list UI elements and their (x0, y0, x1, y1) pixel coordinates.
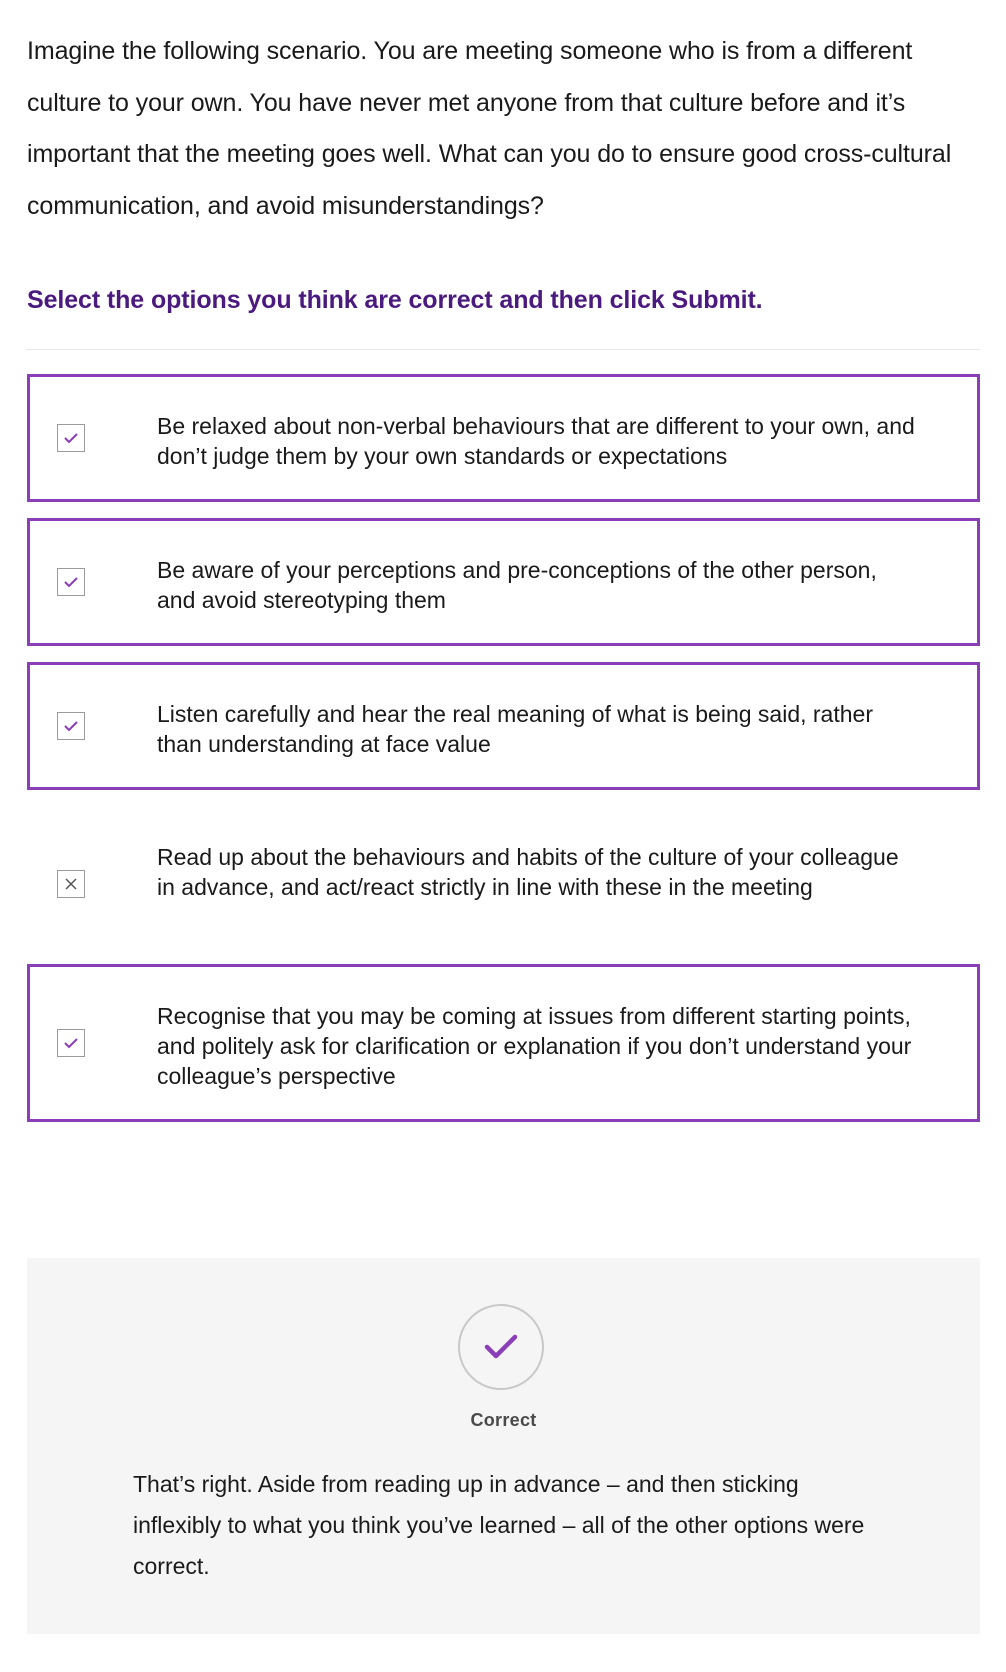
instruction-text: Select the options you think are correct… (27, 286, 763, 314)
option-5[interactable]: Recognise that you may be coming at issu… (27, 964, 980, 1122)
checkbox-checked-icon[interactable] (57, 712, 85, 740)
divider (27, 349, 980, 350)
checkbox-cross-icon[interactable] (57, 870, 85, 898)
option-3[interactable]: Listen carefully and hear the real meani… (27, 662, 980, 790)
option-2[interactable]: Be aware of your perceptions and pre-con… (27, 518, 980, 646)
checkbox-checked-icon[interactable] (57, 424, 85, 452)
scenario-text: Imagine the following scenario. You are … (27, 37, 952, 220)
option-4[interactable]: Read up about the behaviours and habits … (27, 806, 980, 962)
option-label: Listen carefully and hear the real meani… (157, 701, 873, 757)
option-label: Read up about the behaviours and habits … (157, 844, 899, 900)
check-circle-icon (458, 1304, 544, 1390)
feedback-status: Correct (470, 1410, 537, 1430)
feedback-text: That’s right. Aside from reading up in a… (133, 1471, 865, 1579)
option-label: Be relaxed about non-verbal behaviours t… (157, 413, 915, 469)
option-label: Be aware of your perceptions and pre-con… (157, 557, 877, 613)
checkbox-checked-icon[interactable] (57, 568, 85, 596)
quiz-page: Imagine the following scenario. You are … (27, 0, 980, 1634)
option-1[interactable]: Be relaxed about non-verbal behaviours t… (27, 374, 980, 502)
feedback-panel: Correct That’s right. Aside from reading… (27, 1258, 980, 1634)
checkbox-checked-icon[interactable] (57, 1029, 85, 1057)
option-label: Recognise that you may be coming at issu… (157, 1003, 912, 1089)
